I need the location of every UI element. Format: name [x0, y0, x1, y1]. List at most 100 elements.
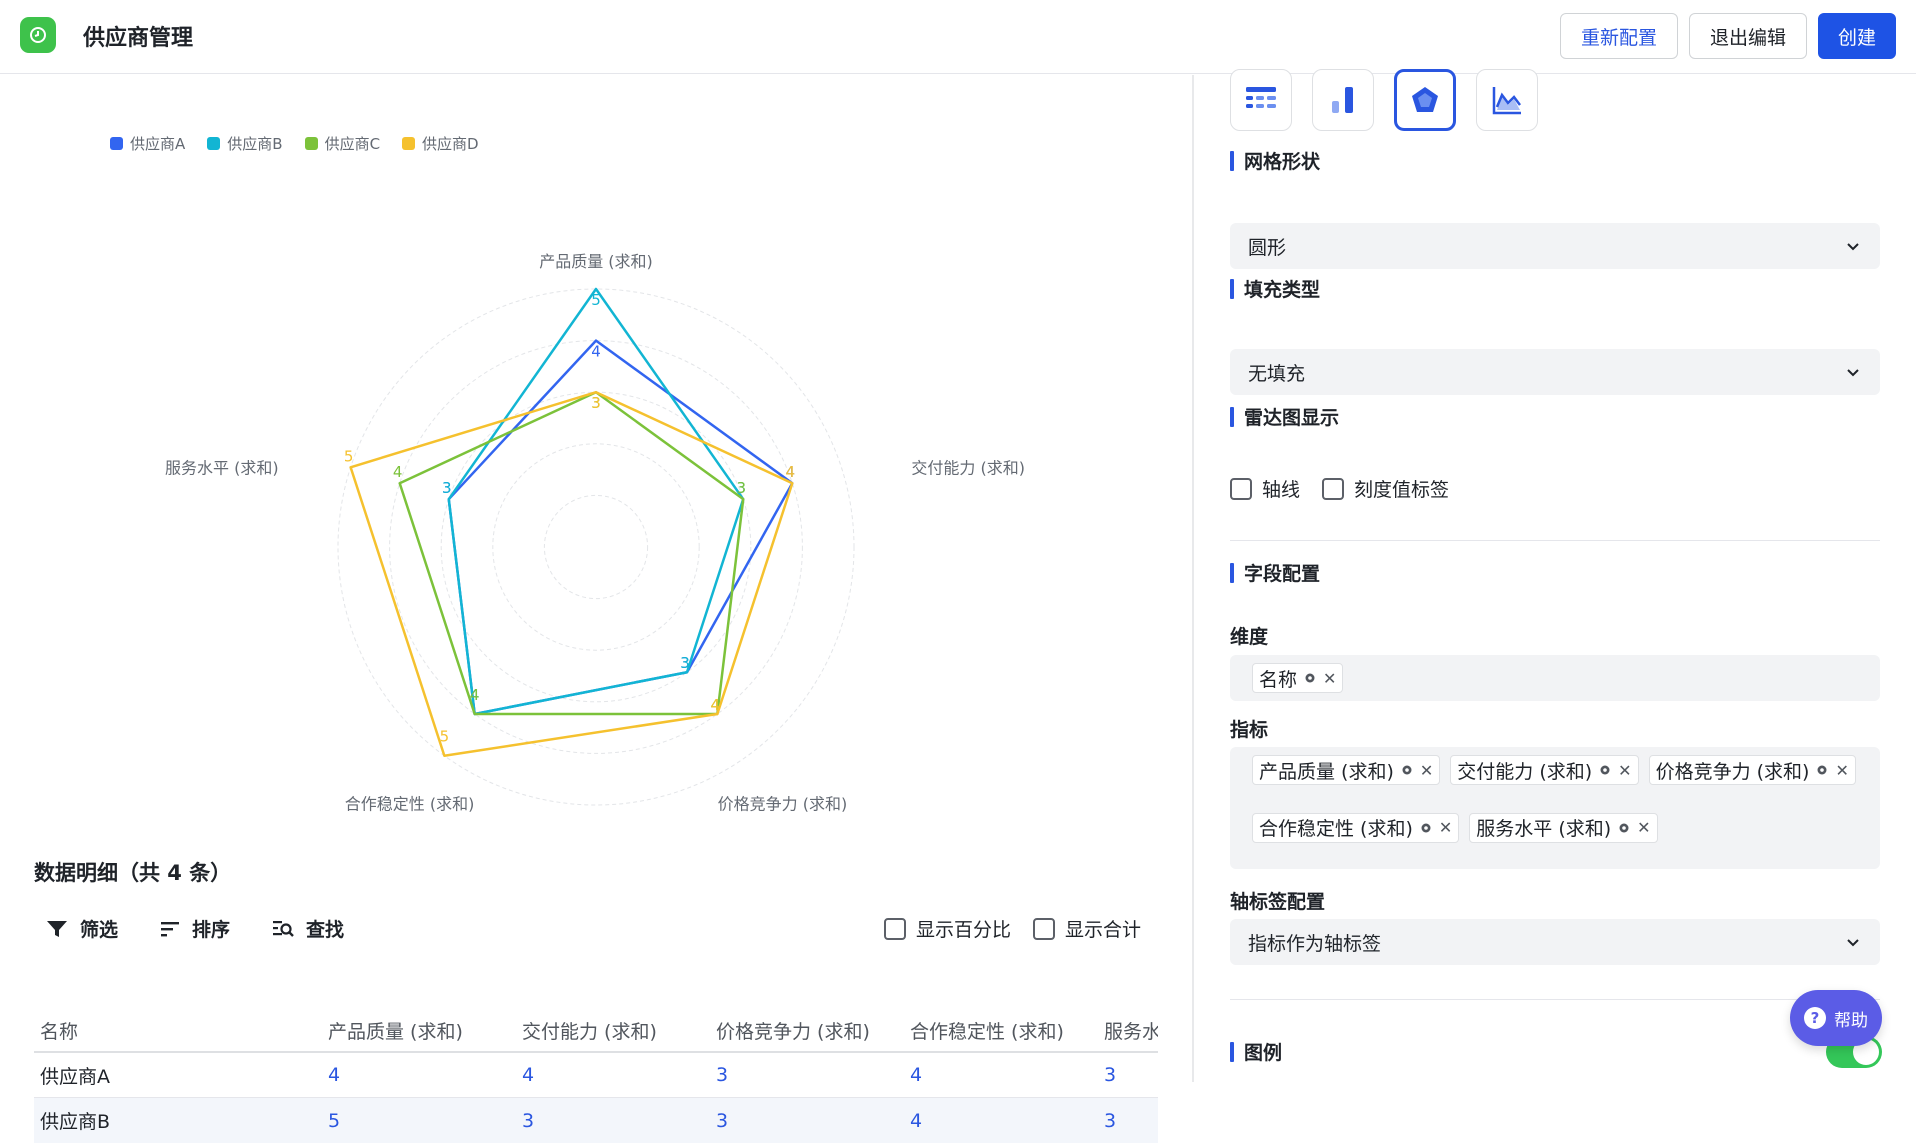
- top-bar: 供应商管理 重新配置 退出编辑 创建: [0, 0, 1916, 74]
- gear-icon[interactable]: [1598, 763, 1612, 777]
- tag-label: 服务水平 (求和): [1476, 818, 1612, 840]
- gear-icon[interactable]: [1815, 763, 1829, 777]
- metric-tag[interactable]: 服务水平 (求和) ✕: [1469, 812, 1658, 843]
- radar-chart: 产品质量 (求和) 交付能力 (求和) 价格竞争力 (求和) 合作稳定性 (求和) 服务…: [165, 252, 1025, 814]
- section-title-text: 网格形状: [1244, 151, 1321, 173]
- filter-icon: [47, 920, 67, 937]
- section-title-text: 填充类型: [1244, 279, 1321, 301]
- reconfigure-button[interactable]: 重新配置: [1560, 13, 1678, 59]
- table-chart-icon: [1246, 87, 1276, 108]
- close-icon[interactable]: ✕: [1637, 818, 1650, 837]
- close-icon[interactable]: ✕: [1618, 761, 1631, 780]
- select-value: 无填充: [1248, 362, 1306, 385]
- data-label: 4: [470, 686, 480, 704]
- tag-label: 交付能力 (求和): [1457, 760, 1593, 783]
- dimension-tag[interactable]: 名称 ✕: [1252, 663, 1344, 693]
- create-button[interactable]: 创建: [1818, 13, 1896, 59]
- column-header[interactable]: 产品质量 (求和): [328, 1017, 463, 1044]
- column-header[interactable]: 合作稳定性 (求和): [910, 1017, 1064, 1044]
- area-chart-icon: [1492, 87, 1521, 115]
- help-icon: ?: [1804, 1007, 1826, 1029]
- filter-label: 筛选: [80, 919, 119, 941]
- radar-chart-tab[interactable]: [1394, 69, 1456, 131]
- close-icon[interactable]: ✕: [1323, 669, 1336, 688]
- tag-label: 名称: [1259, 668, 1298, 691]
- row-name: 供应商B: [40, 1111, 111, 1133]
- row-value: 3: [1104, 1109, 1117, 1132]
- dimension-field-box[interactable]: 名称 ✕: [1230, 655, 1880, 701]
- data-label: 3: [591, 394, 601, 412]
- row-value: 5: [328, 1109, 341, 1132]
- chart-type-tabs: [1230, 69, 1538, 131]
- bar-chart-tab[interactable]: [1312, 69, 1374, 131]
- column-header[interactable]: 服务水平 (求和): [1104, 1017, 1158, 1044]
- tick-label-checkbox[interactable]: 刻度值标签: [1322, 475, 1449, 502]
- exit-edit-button[interactable]: 退出编辑: [1689, 13, 1807, 59]
- column-header[interactable]: 价格竞争力 (求和): [716, 1017, 870, 1044]
- section-title-text: 雷达图显示: [1244, 407, 1340, 429]
- row-value: 4: [328, 1064, 341, 1086]
- metric-field-box[interactable]: 产品质量 (求和) ✕ 交付能力 (求和) ✕ 价格竞争力 (求和) ✕ 合作稳定性 …: [1230, 747, 1880, 869]
- gear-icon[interactable]: [1303, 671, 1317, 685]
- gear-icon[interactable]: [1419, 821, 1433, 835]
- data-label: 4: [711, 696, 721, 714]
- select-value: 圆形: [1248, 236, 1287, 259]
- section-marker: [1230, 278, 1234, 299]
- column-header[interactable]: 名称: [40, 1017, 78, 1044]
- help-button[interactable]: ? 帮助: [1790, 990, 1882, 1046]
- chevron-down-icon: [1847, 243, 1859, 251]
- metric-tag[interactable]: 产品质量 (求和) ✕: [1252, 755, 1441, 785]
- column-header[interactable]: 交付能力 (求和): [522, 1017, 657, 1044]
- search-button[interactable]: 查找: [272, 915, 344, 942]
- data-label: 4: [591, 343, 601, 361]
- section-divider: [1230, 540, 1880, 541]
- close-icon[interactable]: ✕: [1420, 761, 1433, 780]
- checkbox-box: [1322, 477, 1345, 500]
- row-value: 4: [910, 1064, 923, 1086]
- fill-type-select[interactable]: 无填充: [1230, 349, 1880, 395]
- axis-line-checkbox[interactable]: 轴线: [1230, 475, 1300, 502]
- chart-area: 供应商A 供应商B 供应商C 供应商D 产品质量 (求和) 交付能力 (求和) 价格…: [0, 75, 1192, 1143]
- show-percent-checkbox[interactable]: 显示百分比: [884, 915, 1011, 942]
- search-label: 查找: [306, 919, 345, 941]
- axis-line-label: 轴线: [1262, 479, 1301, 501]
- metric-tag[interactable]: 价格竞争力 (求和) ✕: [1648, 755, 1856, 785]
- tag-label: 合作稳定性 (求和): [1259, 818, 1413, 840]
- metric-tag[interactable]: 合作稳定性 (求和) ✕: [1252, 812, 1460, 843]
- close-icon[interactable]: ✕: [1835, 761, 1848, 780]
- series-line: [349, 390, 794, 757]
- metric-tag[interactable]: 交付能力 (求和) ✕: [1450, 755, 1639, 785]
- grid-shape-select[interactable]: 圆形: [1230, 223, 1880, 269]
- checkbox-box: [884, 917, 906, 940]
- section-marker: [1230, 150, 1234, 171]
- table-chart-tab[interactable]: [1230, 69, 1292, 131]
- close-icon[interactable]: ✕: [1439, 818, 1452, 837]
- gear-icon[interactable]: [1400, 763, 1414, 777]
- tag-label: 价格竞争力 (求和): [1655, 760, 1810, 783]
- sort-label: 排序: [192, 919, 231, 941]
- metric-label: 指标: [1230, 719, 1269, 741]
- data-label: 3: [442, 479, 452, 497]
- area-chart-tab[interactable]: [1476, 69, 1538, 131]
- table-row[interactable]: 供应商B 5 3 3 4 3: [34, 1097, 1158, 1143]
- filter-button[interactable]: 筛选: [46, 915, 118, 942]
- section-marker: [1230, 406, 1234, 427]
- app-logo-icon: [20, 17, 56, 53]
- data-detail-title: 数据明细（共 4 条）: [34, 861, 232, 885]
- data-label: 4: [393, 463, 403, 481]
- axis-label: 产品质量 (求和): [539, 252, 653, 271]
- axis-label-config-select[interactable]: 指标作为轴标签: [1230, 919, 1880, 965]
- table-row[interactable]: 供应商A 4 4 3 4 3: [34, 1051, 1158, 1097]
- sort-button[interactable]: 排序: [160, 915, 230, 942]
- row-value: 4: [522, 1064, 535, 1086]
- axis-label: 服务水平 (求和): [165, 458, 279, 477]
- page-title: 供应商管理: [83, 26, 194, 51]
- config-panel: 网格形状 圆形 填充类型 无填充 雷达图显示 轴线 刻度值标签 字段配置 维度 …: [1194, 69, 1916, 1082]
- radar-display-options: 轴线 刻度值标签: [1230, 475, 1449, 502]
- show-total-checkbox[interactable]: 显示合计: [1033, 915, 1141, 942]
- table-toolbar: 筛选 排序 查找: [46, 915, 344, 942]
- gear-icon[interactable]: [1617, 821, 1631, 835]
- section-divider: [1230, 999, 1880, 1000]
- section-title-text: 图例: [1244, 1042, 1283, 1064]
- radar-grid-ring: [440, 391, 752, 703]
